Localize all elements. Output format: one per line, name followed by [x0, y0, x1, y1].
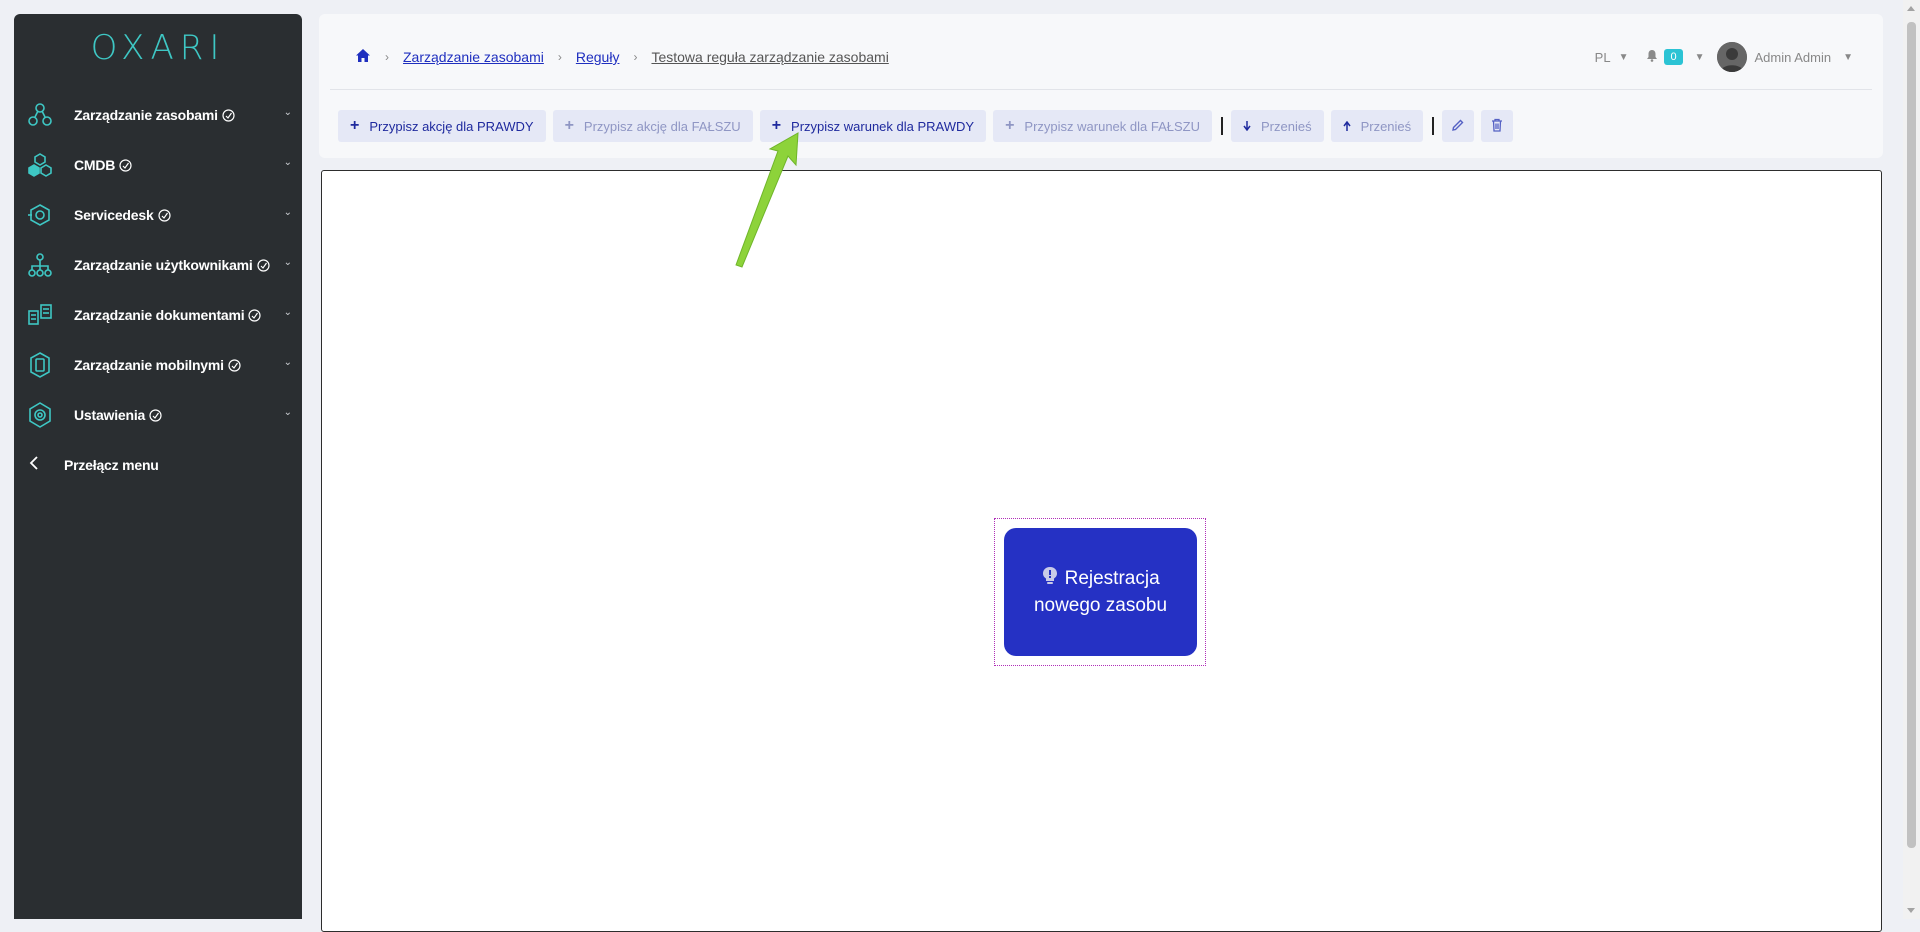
logo[interactable]: OXARI: [14, 28, 302, 68]
chevron-down-icon: ⌄: [283, 307, 292, 318]
sidebar-item-label: Zarządzanie mobilnymi: [74, 357, 224, 373]
sidebar-item-mobile[interactable]: Zarządzanie mobilnymi ⌄: [14, 340, 302, 390]
chevron-down-icon: ⌄: [283, 207, 292, 218]
notifications-button[interactable]: 0 ▼: [1646, 49, 1705, 65]
arrow-up-icon: [1342, 119, 1351, 134]
sidebar-item-label: Zarządzanie użytkownikami: [74, 257, 253, 273]
pencil-icon: [1451, 118, 1465, 135]
sidebar-item-resources[interactable]: Zarządzanie zasobami ⌄: [14, 90, 302, 140]
top-panel: › Zarządzanie zasobami › Reguły › Testow…: [319, 14, 1883, 158]
users-icon: [26, 251, 54, 279]
breadcrumb-link-resources[interactable]: Zarządzanie zasobami: [403, 49, 544, 65]
sidebar-item-cmdb[interactable]: CMDB ⌄: [14, 140, 302, 190]
home-icon[interactable]: [355, 48, 371, 66]
check-badge-icon: [222, 108, 235, 122]
check-badge-icon: [157, 208, 171, 222]
assign-condition-false-button[interactable]: + Przypisz warunek dla FAŁSZU: [993, 110, 1212, 142]
plus-icon: +: [350, 117, 360, 134]
chevron-down-icon: ⌄: [283, 357, 292, 368]
cmdb-icon: [26, 151, 54, 179]
sidebar-item-users[interactable]: Zarządzanie użytkownikami ⌄: [14, 240, 302, 290]
header-divider: [330, 89, 1872, 90]
arrow-down-icon: [1243, 119, 1251, 134]
sidebar-item-label: Servicedesk: [74, 207, 154, 223]
documents-icon: [26, 301, 54, 329]
avatar: [1716, 42, 1747, 72]
sidebar-item-settings[interactable]: Ustawienia ⌄: [14, 390, 302, 440]
lightbulb-icon: [1041, 567, 1064, 589]
toolbar-separator: [1432, 117, 1435, 135]
sidebar-item-label: Ustawienia: [74, 407, 146, 423]
breadcrumb-separator-icon: ›: [385, 50, 389, 64]
plus-icon: +: [564, 117, 574, 134]
chevron-down-icon: ⌄: [283, 257, 292, 268]
bell-icon: [1646, 49, 1658, 65]
chevron-left-icon: [28, 455, 40, 475]
assign-action-true-label: Przypisz akcję dla PRAWDY: [369, 118, 534, 134]
sidebar-item-servicedesk[interactable]: Servicedesk ⌄: [14, 190, 302, 240]
sidebar: OXARI Zarządzanie zasobami ⌄ CMDB ⌄ Serv…: [14, 14, 302, 919]
sidebar-item-label: CMDB: [74, 157, 116, 173]
user-name: Admin Admin: [1754, 49, 1832, 65]
language-label: PL: [1594, 49, 1611, 65]
assign-action-false-label: Przypisz akcję dla FAŁSZU: [583, 118, 741, 134]
delete-button[interactable]: [1481, 110, 1514, 142]
sidebar-item-label: Zarządzanie zasobami: [74, 107, 218, 123]
plus-icon: +: [1005, 117, 1015, 134]
move-up-button[interactable]: Przenieś: [1330, 110, 1424, 142]
check-badge-icon: [248, 308, 262, 322]
toggle-menu-label: Przełącz menu: [64, 457, 159, 473]
mobile-icon: [26, 351, 54, 379]
caret-down-icon: ▼: [1843, 51, 1853, 63]
assign-action-true-button[interactable]: + Przypisz akcję dla PRAWDY: [338, 110, 546, 142]
annotation-arrow: [735, 132, 799, 268]
check-badge-icon: [119, 158, 132, 172]
header-controls: PL ▼ 0 ▼ Admin Admin ▼: [1595, 42, 1853, 72]
resources-icon: [26, 101, 54, 129]
toolbar-separator: [1220, 117, 1223, 135]
trash-icon: [1491, 118, 1503, 135]
move-up-label: Przenieś: [1360, 118, 1412, 134]
rule-node-register-asset[interactable]: Rejestracja nowego zasobu: [1004, 528, 1197, 656]
toolbar: + Przypisz akcję dla PRAWDY + Przypisz a…: [338, 110, 1520, 142]
breadcrumb-link-rules[interactable]: Reguły: [576, 49, 620, 65]
servicedesk-icon: [26, 201, 54, 229]
chevron-down-icon: ⌄: [283, 157, 292, 168]
sidebar-item-label: Zarządzanie dokumentami: [74, 307, 245, 323]
breadcrumb-current: Testowa reguła zarządzanie zasobami: [651, 49, 889, 65]
check-badge-icon: [149, 408, 162, 422]
scrollbar-thumb[interactable]: [1907, 22, 1916, 848]
user-menu[interactable]: Admin Admin ▼: [1705, 42, 1853, 72]
breadcrumb-separator-icon: ›: [557, 50, 562, 64]
vertical-scrollbar[interactable]: [1903, 0, 1920, 919]
check-badge-icon: [257, 258, 270, 272]
node-title-line1: Rejestracja: [1064, 568, 1160, 589]
sidebar-item-documents[interactable]: Zarządzanie dokumentami ⌄: [14, 290, 302, 340]
move-down-label: Przenieś: [1260, 118, 1312, 134]
check-badge-icon: [228, 358, 241, 372]
move-down-button[interactable]: Przenieś: [1230, 110, 1324, 142]
breadcrumb-separator-icon: ›: [633, 50, 638, 64]
caret-down-icon: ▼: [1694, 51, 1705, 63]
logo-text: OXARI: [90, 28, 226, 68]
toggle-menu-button[interactable]: Przełącz menu: [14, 440, 302, 490]
assign-condition-false-label: Przypisz warunek dla FAŁSZU: [1024, 118, 1200, 134]
scroll-up-icon[interactable]: [1907, 6, 1915, 11]
chevron-down-icon: ⌄: [283, 107, 292, 118]
scroll-down-icon[interactable]: [1907, 908, 1915, 913]
breadcrumb: › Zarządzanie zasobami › Reguły › Testow…: [355, 48, 889, 66]
settings-icon: [26, 401, 54, 429]
caret-down-icon: ▼: [1618, 51, 1629, 63]
notifications-count-badge: 0: [1664, 49, 1683, 65]
sidebar-nav: Zarządzanie zasobami ⌄ CMDB ⌄ Servicedes…: [14, 90, 302, 490]
node-title-line2: nowego zasobu: [1033, 595, 1168, 616]
language-select[interactable]: PL ▼: [1595, 50, 1629, 65]
chevron-down-icon: ⌄: [283, 407, 292, 418]
edit-button[interactable]: [1442, 110, 1475, 142]
assign-condition-true-label: Przypisz warunek dla PRAWDY: [791, 118, 975, 134]
